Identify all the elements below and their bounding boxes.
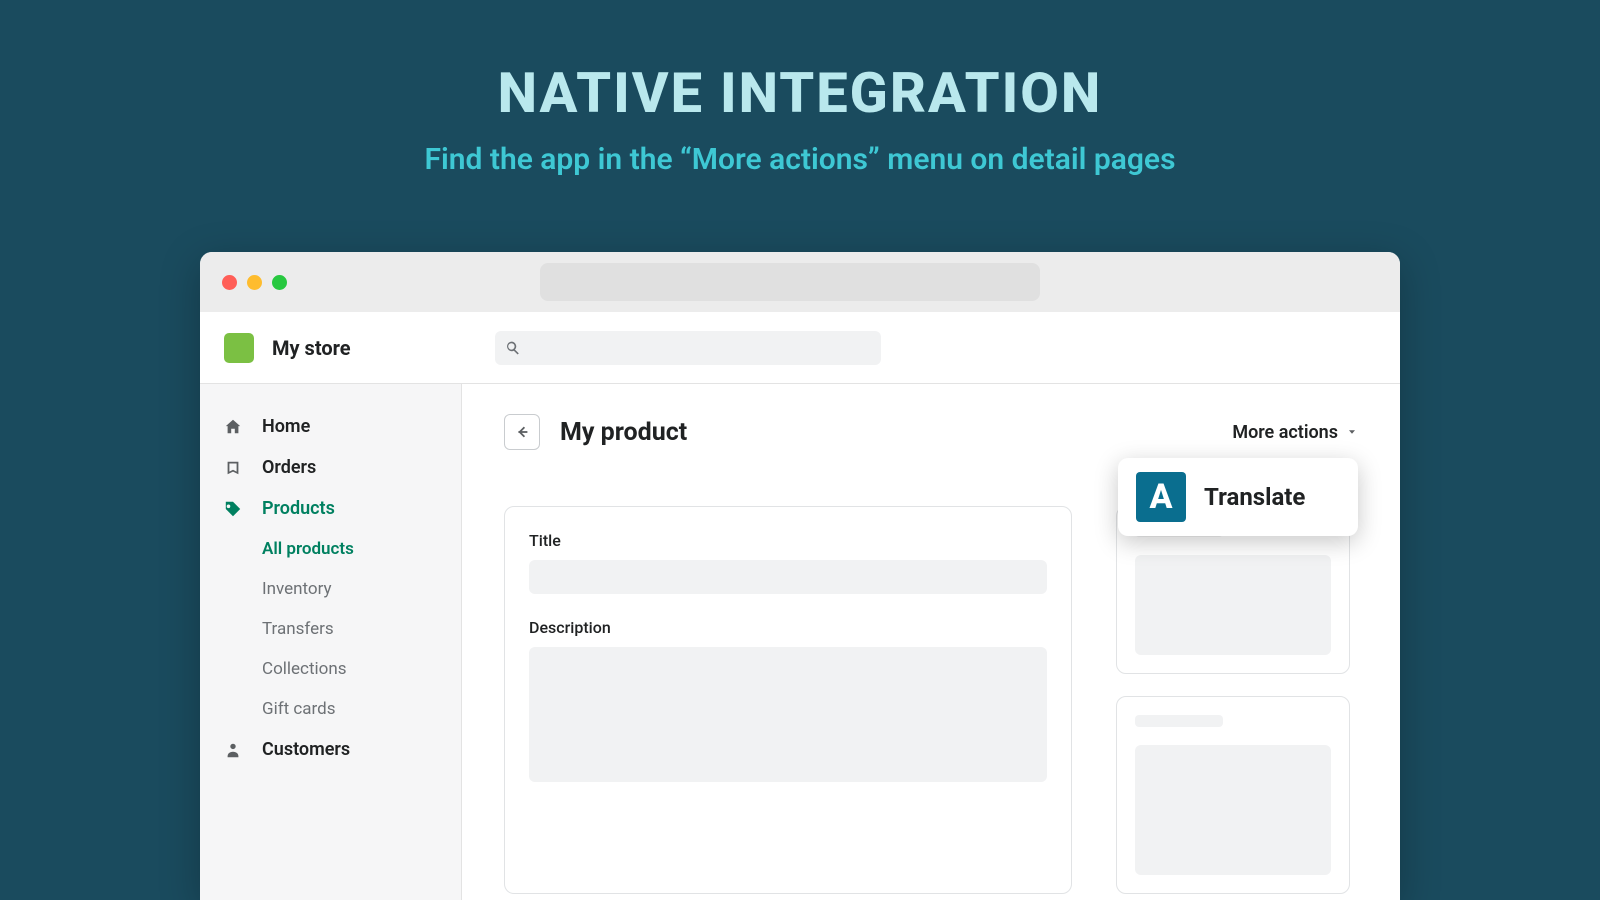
product-form-card: Title Description	[504, 506, 1072, 894]
description-input[interactable]	[529, 647, 1047, 782]
browser-window: My store Home Orders Products All produc…	[200, 252, 1400, 900]
hero-banner: NATIVE INTEGRATION Find the app in the “…	[0, 0, 1600, 177]
arrow-left-icon	[513, 423, 531, 441]
page-title: My product	[560, 418, 687, 447]
more-actions-popover-item-translate[interactable]: A Translate	[1118, 458, 1358, 536]
sidebar-label: Products	[262, 498, 335, 519]
app-header: My store	[200, 312, 1400, 384]
store-logo-icon	[224, 333, 254, 363]
hero-subtitle: Find the app in the “More actions” menu …	[0, 142, 1600, 177]
more-actions-label: More actions	[1232, 422, 1338, 443]
window-chrome	[200, 252, 1400, 312]
window-maximize-icon[interactable]	[272, 275, 287, 290]
description-label: Description	[529, 618, 1047, 637]
sidebar: Home Orders Products All products Invent…	[200, 384, 462, 900]
placeholder-line	[1135, 715, 1223, 727]
placeholder-block	[1135, 555, 1331, 655]
home-icon	[224, 418, 242, 436]
sidebar-label: Orders	[262, 457, 316, 478]
sidebar-item-products[interactable]: Products	[200, 488, 461, 529]
search-icon	[505, 340, 521, 356]
placeholder-block	[1135, 745, 1331, 875]
side-column	[1116, 506, 1350, 894]
sidebar-label: Customers	[262, 739, 350, 760]
sidebar-subitem-gift-cards[interactable]: Gift cards	[200, 689, 461, 729]
page-header: My product More actions	[504, 414, 1358, 450]
products-icon	[224, 500, 242, 518]
side-card	[1116, 696, 1350, 894]
sidebar-subitem-all-products[interactable]: All products	[200, 529, 461, 569]
title-label: Title	[529, 531, 1047, 550]
url-bar[interactable]	[540, 263, 1040, 301]
orders-icon	[224, 459, 242, 477]
sidebar-item-customers[interactable]: Customers	[200, 729, 461, 770]
search-input[interactable]	[495, 331, 881, 365]
hero-title: NATIVE INTEGRATION	[0, 60, 1600, 126]
back-button[interactable]	[504, 414, 540, 450]
translate-label: Translate	[1204, 483, 1305, 511]
sidebar-label: Home	[262, 416, 310, 437]
store-name: My store	[272, 336, 351, 360]
main-content: My product More actions Title Descriptio…	[462, 384, 1400, 900]
more-actions-button[interactable]: More actions	[1232, 422, 1358, 443]
chevron-down-icon	[1346, 426, 1358, 438]
window-close-icon[interactable]	[222, 275, 237, 290]
sidebar-item-home[interactable]: Home	[200, 406, 461, 447]
title-input[interactable]	[529, 560, 1047, 594]
window-minimize-icon[interactable]	[247, 275, 262, 290]
sidebar-subitem-collections[interactable]: Collections	[200, 649, 461, 689]
customers-icon	[224, 741, 242, 759]
sidebar-item-orders[interactable]: Orders	[200, 447, 461, 488]
sidebar-subitem-inventory[interactable]: Inventory	[200, 569, 461, 609]
translate-app-icon: A	[1136, 472, 1186, 522]
sidebar-subitem-transfers[interactable]: Transfers	[200, 609, 461, 649]
